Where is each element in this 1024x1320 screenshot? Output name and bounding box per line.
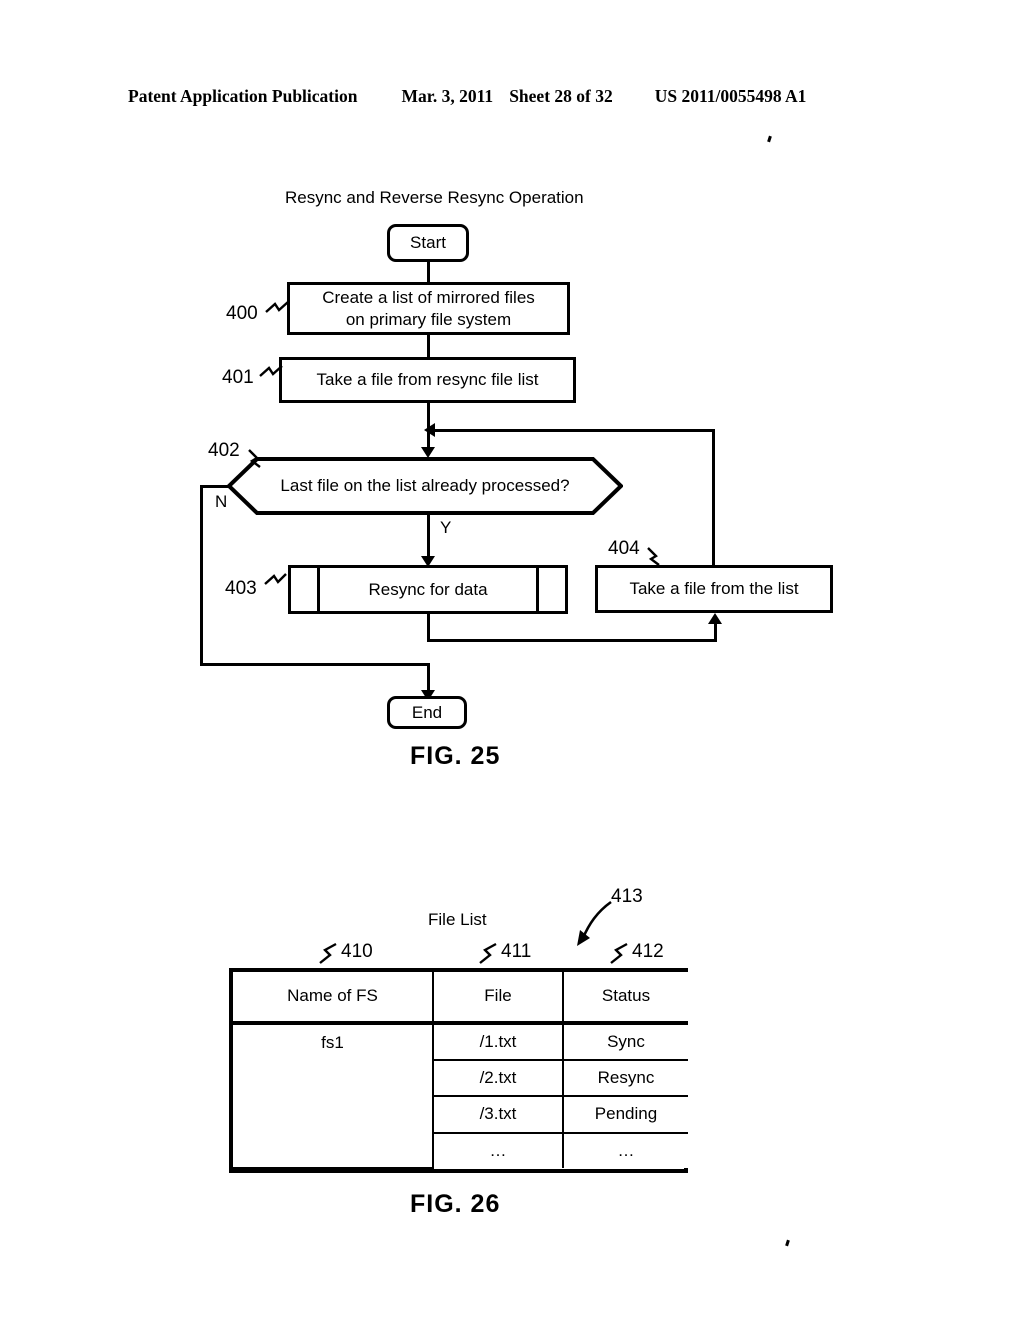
leader-line-404 <box>647 546 670 566</box>
flow-node-400: Create a list of mirrored files on prima… <box>287 282 570 335</box>
header-sheet-number: Sheet 28 of 32 <box>509 86 613 106</box>
flow-node-start-label: Start <box>410 233 446 253</box>
leader-line-400 <box>265 300 292 318</box>
reference-number-400: 400 <box>226 303 258 324</box>
connector-junction-to-402 <box>427 429 430 449</box>
flow-node-end-label: End <box>411 702 443 722</box>
branch-label-no: N <box>215 492 228 511</box>
connector-400-to-401 <box>427 335 430 357</box>
cell-status: Resync <box>562 1058 688 1098</box>
figure26-caption: FIG. 26 <box>410 1190 501 1218</box>
header-publication-title: Patent Application Publication <box>128 86 358 106</box>
connector-402-yes-to-403 <box>427 513 430 561</box>
figure25-caption: FIG. 25 <box>410 742 501 770</box>
flow-node-404: Take a file from the list <box>595 565 833 613</box>
connector-start-to-400 <box>427 262 430 282</box>
column-header-name-of-fs: Name of FS <box>233 972 434 1025</box>
flow-node-start: Start <box>387 224 469 262</box>
branch-label-yes: Y <box>440 518 452 537</box>
reference-number-403: 403 <box>225 578 257 599</box>
patent-page: Patent Application Publication Mar. 3, 2… <box>0 0 1024 1320</box>
flow-node-401: Take a file from resync file list <box>279 357 576 403</box>
connector-no-vertical <box>200 485 203 666</box>
cell-file: /3.txt <box>433 1095 564 1134</box>
header-patent-number: US 2011/0055498 A1 <box>654 86 807 106</box>
leader-line-402 <box>248 448 271 468</box>
flow-node-401-label: Take a file from resync file list <box>316 370 539 390</box>
reference-number-412: 412 <box>632 941 664 962</box>
header-date: Mar. 3, 2011 <box>401 86 494 106</box>
reference-number-404: 404 <box>608 538 640 559</box>
arrow-into-404 <box>708 613 722 624</box>
figure25-title: Resync and Reverse Resync Operation <box>285 188 584 207</box>
table-row: fs1 /1.txt Sync <box>233 1021 688 1169</box>
reference-number-410: 410 <box>341 941 373 962</box>
connector-no-horizontal <box>200 663 430 666</box>
flow-node-400-line2: on primary file system <box>345 309 512 329</box>
reference-number-401: 401 <box>222 367 254 388</box>
flow-node-403: Resync for data <box>288 565 568 614</box>
leader-line-411 <box>478 942 500 966</box>
connector-403-down <box>427 614 430 642</box>
connector-404-up-to-feedback <box>712 429 715 565</box>
flow-node-400-line1: Create a list of mirrored files <box>322 288 535 308</box>
reference-number-411: 411 <box>501 941 532 962</box>
cell-file: … <box>433 1131 564 1168</box>
leader-line-412 <box>609 942 631 966</box>
flow-node-402-label: Last file on the list already processed? <box>280 476 570 495</box>
connector-up-into-404 <box>714 623 717 641</box>
cell-fs-name: fs1 <box>233 1021 434 1169</box>
flow-node-403-label: Resync for data <box>368 579 488 599</box>
scan-artifact-dot <box>767 135 772 143</box>
connector-feedback-horizontal <box>427 429 715 432</box>
cell-status: Sync <box>562 1021 688 1061</box>
reference-number-402: 402 <box>208 440 240 461</box>
leader-line-410 <box>318 942 340 966</box>
leader-line-401 <box>259 364 286 382</box>
column-header-status: Status <box>562 972 688 1025</box>
cell-status: … <box>562 1131 688 1168</box>
scan-artifact-dot-bottom <box>785 1239 790 1247</box>
flow-node-404-label: Take a file from the list <box>629 579 799 599</box>
flow-node-end: End <box>387 696 467 729</box>
figure26-title: File List <box>428 910 487 929</box>
cell-file: /2.txt <box>433 1058 564 1098</box>
connector-402-no-out <box>200 485 230 488</box>
file-list-table-grid: Name of FS File Status fs1 /1.txt Sync /… <box>233 972 688 1169</box>
cell-file: /1.txt <box>432 1021 564 1061</box>
table-header-row: Name of FS File Status <box>233 972 688 1025</box>
connector-403-to-404-horizontal <box>427 639 717 642</box>
predefined-process-left-band <box>317 568 320 611</box>
predefined-process-right-band <box>536 568 539 611</box>
file-list-table: Name of FS File Status fs1 /1.txt Sync /… <box>229 968 688 1173</box>
column-header-file: File <box>432 972 564 1025</box>
leader-line-403 <box>264 572 289 590</box>
leader-arrow-413 <box>571 898 617 948</box>
flow-node-402: Last file on the list already processed? <box>227 457 623 515</box>
flow-node-400-label: Create a list of mirrored files on prima… <box>316 287 541 330</box>
publication-header: Patent Application Publication Mar. 3, 2… <box>128 86 896 107</box>
cell-status: Pending <box>562 1095 688 1134</box>
